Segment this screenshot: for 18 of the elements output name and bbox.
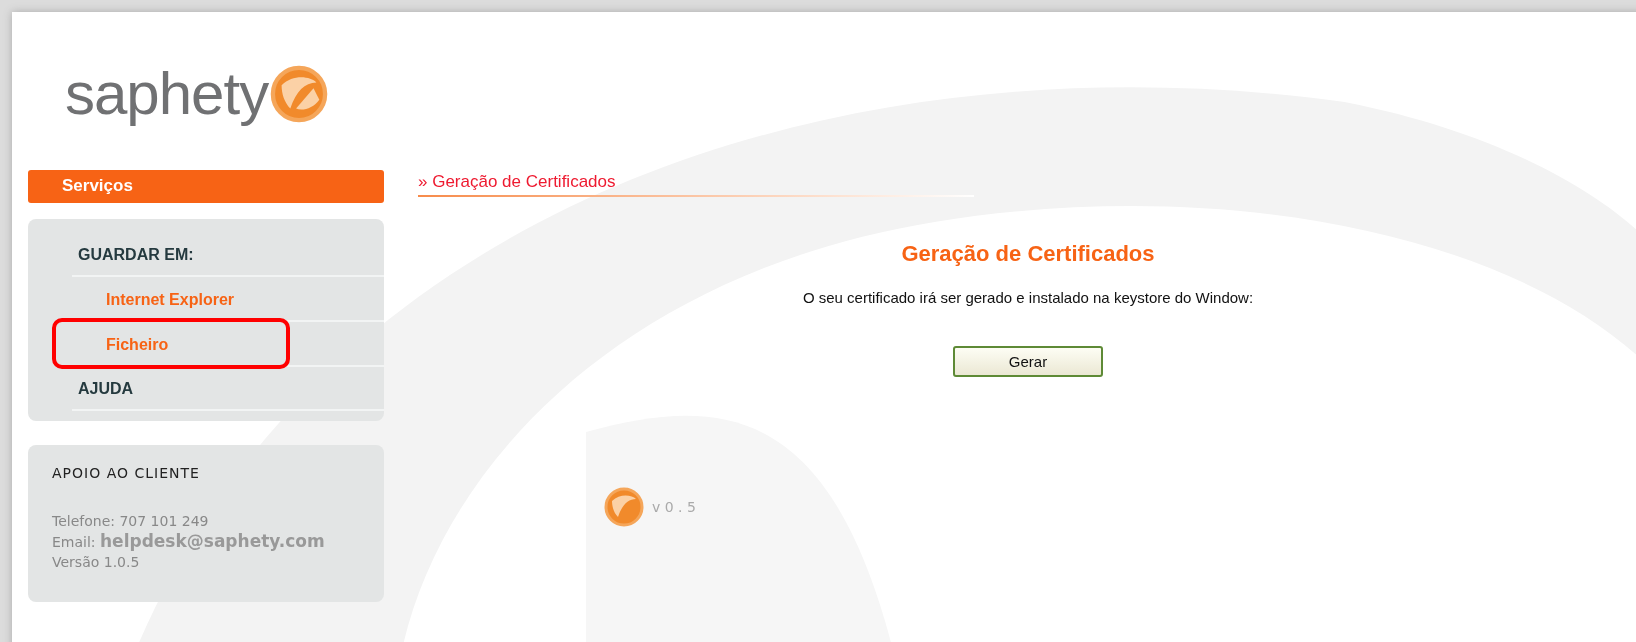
breadcrumb[interactable]: » Geração de Certificados — [418, 170, 974, 197]
menu-heading[interactable]: AJUDA — [72, 367, 384, 411]
page-title: Geração de Certificados — [901, 241, 1155, 267]
support-title: APOIO AO CLIENTE — [52, 465, 201, 481]
logo-icon — [270, 65, 329, 123]
menu-item[interactable]: Internet Explorer — [106, 291, 235, 308]
email-label: Email: — [52, 534, 96, 550]
menu-heading[interactable]: GUARDAR EM: — [72, 233, 384, 277]
version-label: v 0 . 5 — [652, 499, 696, 515]
phone-text: Telefone: 707 101 249 — [52, 512, 210, 531]
generate-button[interactable]: Gerar — [953, 346, 1103, 377]
logo-icon — [604, 487, 644, 527]
sidebar-header: Serviços — [28, 170, 384, 203]
message-text: O seu certificado irá ser gerado e instalado na keystore do Window: — [802, 289, 1254, 306]
email-link[interactable]: helpdesk@saphety.com — [100, 531, 325, 551]
menu-item[interactable]: Ficheiro — [106, 336, 169, 353]
logo-text: saphety — [65, 64, 269, 124]
version-text: Versão 1.0.5 — [52, 553, 141, 572]
